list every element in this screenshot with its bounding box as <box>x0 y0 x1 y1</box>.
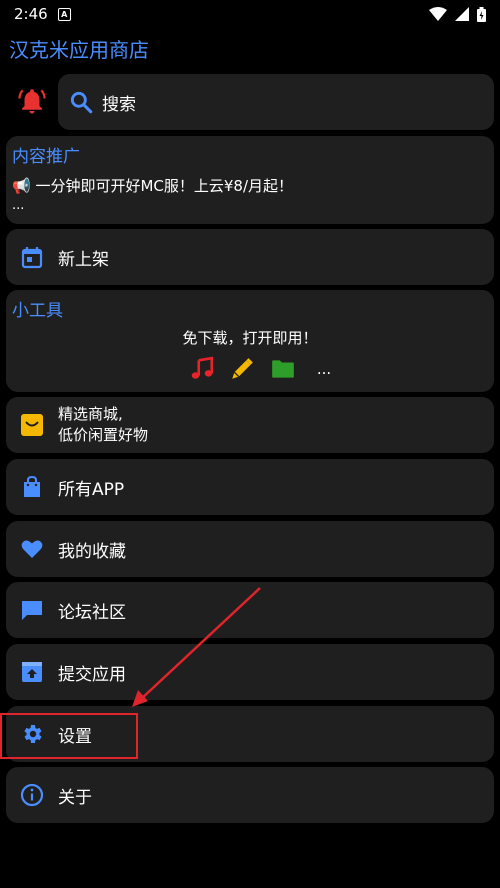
settings-highlight-box <box>0 713 138 759</box>
menu-shop[interactable]: 精选商城, 低价闲置好物 <box>6 397 494 453</box>
promo-text: 📢 一分钟即可开好MC服！上云¥8/月起！ <box>12 177 294 195</box>
menu-forum[interactable]: 论坛社区 <box>6 582 494 638</box>
promo-card[interactable]: 内容推广 📢 一分钟即可开好MC服！上云¥8/月起！ ... <box>6 136 494 224</box>
tools-title: 小工具 <box>12 301 63 321</box>
menu-about-label: 关于 <box>58 787 92 808</box>
tools-card[interactable]: 小工具 免下载，打开即用！ ... <box>6 290 494 392</box>
menu-favorites[interactable]: 我的收藏 <box>6 521 494 577</box>
wifi-icon <box>429 7 447 21</box>
promo-more: ... <box>12 198 25 213</box>
status-time: 2:46 <box>14 5 48 23</box>
menu-new-shelf-label: 新上架 <box>58 249 109 270</box>
shopping-bag-icon <box>21 414 43 436</box>
tools-more[interactable]: ... <box>317 360 331 378</box>
menu-all-apps[interactable]: 所有APP <box>6 459 494 515</box>
menu-forum-label: 论坛社区 <box>58 602 126 623</box>
music-note-icon[interactable] <box>189 356 215 382</box>
chat-bubble-icon <box>22 601 42 620</box>
notification-bell-icon[interactable] <box>17 86 47 116</box>
menu-submit-app[interactable]: 提交应用 <box>6 644 494 700</box>
status-bar: 2:46 A <box>0 0 500 28</box>
pencil-icon[interactable] <box>229 356 255 382</box>
menu-shop-label-1: 精选商城, <box>58 405 123 423</box>
search-label: 搜索 <box>102 94 136 115</box>
heart-icon <box>21 540 43 558</box>
search-icon <box>70 91 93 114</box>
battery-icon <box>477 6 486 22</box>
signal-icon <box>455 7 469 21</box>
tools-desc: 免下载，打开即用！ <box>182 329 318 347</box>
notification-a-icon: A <box>57 7 71 21</box>
upload-box-icon <box>22 662 42 682</box>
folder-icon[interactable] <box>269 356 297 382</box>
shopping-bag-blue-icon <box>24 475 40 497</box>
calendar-icon <box>21 247 43 269</box>
info-icon <box>20 783 44 807</box>
app-title: 汉克米应用商店 <box>9 38 149 62</box>
promo-title: 内容推广 <box>12 147 80 167</box>
menu-favorites-label: 我的收藏 <box>58 541 126 562</box>
menu-submit-app-label: 提交应用 <box>58 664 126 685</box>
menu-all-apps-label: 所有APP <box>58 479 125 500</box>
menu-shop-label-2: 低价闲置好物 <box>58 426 149 444</box>
menu-new-shelf[interactable]: 新上架 <box>6 229 494 285</box>
search-bar[interactable]: 搜索 <box>58 74 494 130</box>
menu-about[interactable]: 关于 <box>6 767 494 823</box>
